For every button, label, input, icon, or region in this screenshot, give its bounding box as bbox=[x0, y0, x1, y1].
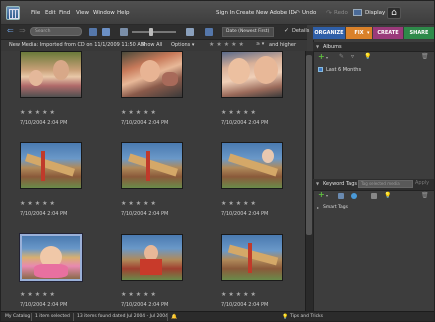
notification-icon[interactable]: 🔔 bbox=[171, 314, 177, 320]
rating-filter-label: and higher bbox=[269, 42, 297, 48]
home-icon: ⌂ bbox=[391, 8, 397, 18]
photo-date: 7/10/2004 2:04 PM bbox=[121, 302, 169, 308]
tab-create[interactable]: CREATE bbox=[373, 27, 403, 39]
rating-stars[interactable]: ★★★★★ bbox=[121, 109, 158, 116]
photo-date: 7/10/2004 2:04 PM bbox=[221, 302, 269, 308]
tag-view-icon[interactable] bbox=[371, 193, 377, 199]
single-photo-view-icon[interactable] bbox=[205, 28, 213, 36]
album-item-last-6-months[interactable]: Last 6 Months bbox=[326, 67, 361, 73]
media-caption-text: New Media: Imported from CD on 11/1/2009… bbox=[9, 42, 146, 48]
media-grid: ★★★★★ 7/10/2004 2:04 PM ★★★★★ 7/10/2004 … bbox=[1, 51, 303, 311]
right-panel bbox=[313, 40, 434, 311]
redo-icon[interactable]: ↷ bbox=[326, 9, 332, 17]
tag-lightbulb-icon[interactable]: 💡 bbox=[384, 192, 391, 199]
back-arrow-icon[interactable]: ⇐ bbox=[7, 26, 14, 35]
thumbnail-size-slider[interactable] bbox=[132, 31, 176, 33]
edit-pencil-icon[interactable]: ✎ bbox=[339, 53, 344, 60]
tag-trash-icon[interactable]: 🗑 bbox=[421, 192, 429, 199]
undo-button[interactable]: Undo bbox=[302, 10, 316, 16]
scrollbar-thumb[interactable] bbox=[306, 55, 312, 235]
menu-help[interactable]: Help bbox=[117, 10, 130, 16]
tab-share[interactable]: SHARE bbox=[404, 27, 434, 39]
fix-dropdown-icon[interactable]: ▾ bbox=[367, 30, 370, 36]
forward-arrow-icon[interactable]: ⇒ bbox=[19, 26, 26, 35]
rating-stars[interactable]: ★★★★★ bbox=[221, 291, 258, 298]
apply-tags-button[interactable]: Apply bbox=[415, 180, 429, 186]
tips-lightbulb-icon: 💡 bbox=[282, 314, 289, 320]
face-recognition-icon[interactable] bbox=[351, 193, 357, 199]
tab-organize[interactable]: ORGANIZE bbox=[313, 27, 345, 39]
add-album-icon[interactable]: + bbox=[318, 52, 325, 61]
menu-find[interactable]: Find bbox=[59, 10, 70, 16]
redo-button[interactable]: Redo bbox=[334, 10, 348, 16]
filter-icon[interactable]: ▿ bbox=[351, 53, 354, 60]
lightbulb-icon[interactable]: 💡 bbox=[364, 53, 371, 60]
album-icon bbox=[318, 67, 323, 72]
display-icon[interactable] bbox=[353, 9, 362, 16]
photo-thumbnail[interactable] bbox=[121, 142, 183, 189]
app-logo-icon bbox=[6, 6, 20, 20]
photo-thumbnail[interactable] bbox=[221, 234, 283, 281]
options-menu[interactable]: Options ▾ bbox=[171, 42, 194, 48]
items-found-text: 13 items found dated Jul 2004 - Jul 2004 bbox=[77, 314, 168, 319]
rating-stars[interactable]: ★★★★★ bbox=[20, 200, 57, 207]
rating-filter-stars[interactable]: ★★★★★ bbox=[209, 41, 246, 48]
stack-icon[interactable] bbox=[102, 28, 110, 36]
photo-date: 7/10/2004 2:04 PM bbox=[20, 211, 68, 217]
selection-count: 1 item selected bbox=[35, 314, 70, 319]
add-tag-icon[interactable]: + bbox=[318, 190, 325, 199]
large-thumbnail-icon[interactable] bbox=[186, 28, 194, 36]
albums-panel-header[interactable]: Albums bbox=[313, 42, 434, 52]
photo-date: 7/10/2004 2:04 PM bbox=[221, 211, 269, 217]
smart-tags-expand-icon[interactable]: ▸ bbox=[317, 205, 319, 210]
sort-order-select[interactable]: Date (Newest First) bbox=[222, 27, 274, 37]
photo-thumbnail[interactable] bbox=[20, 51, 82, 98]
photo-date: 7/10/2004 2:04 PM bbox=[20, 120, 68, 126]
tag-search-input[interactable]: Tag selected media bbox=[358, 180, 413, 188]
tag-category-icon[interactable] bbox=[338, 193, 344, 199]
show-all-button[interactable]: Show All bbox=[141, 42, 162, 48]
media-type-icon[interactable] bbox=[89, 28, 97, 36]
catalog-name[interactable]: My Catalog bbox=[5, 314, 30, 319]
photo-date: 7/10/2004 2:04 PM bbox=[121, 120, 169, 126]
menu-window[interactable]: Window bbox=[93, 10, 115, 16]
sign-in-link[interactable]: Sign In bbox=[216, 10, 235, 16]
photo-thumbnail[interactable] bbox=[221, 51, 283, 98]
menu-edit[interactable]: Edit bbox=[45, 10, 56, 16]
photo-date: 7/10/2004 2:04 PM bbox=[221, 120, 269, 126]
rating-stars[interactable]: ★★★★★ bbox=[221, 109, 258, 116]
photoshop-elements-organizer-window: File Edit Find View Window Help Sign In … bbox=[0, 0, 435, 322]
photo-thumbnail[interactable] bbox=[221, 142, 283, 189]
smart-tags-item[interactable]: Smart Tags bbox=[323, 205, 348, 210]
create-adobe-id-link[interactable]: Create New Adobe ID bbox=[236, 10, 295, 16]
add-tag-dropdown-icon[interactable]: ▾ bbox=[326, 193, 328, 198]
home-button[interactable]: ⌂ bbox=[387, 7, 401, 19]
rating-stars[interactable]: ★★★★★ bbox=[121, 200, 158, 207]
photo-date: 7/10/2004 2:04 PM bbox=[121, 211, 169, 217]
undo-icon[interactable]: ↶ bbox=[294, 9, 300, 17]
add-dropdown-icon[interactable]: ▾ bbox=[326, 55, 328, 60]
photo-thumbnail[interactable] bbox=[20, 142, 82, 189]
photo-thumbnail-selected[interactable] bbox=[19, 233, 83, 282]
details-checkbox-label[interactable]: Details bbox=[292, 28, 309, 34]
menu-file[interactable]: File bbox=[31, 10, 40, 16]
tips-and-tricks-link[interactable]: Tips and Tricks bbox=[290, 314, 323, 319]
rating-stars[interactable]: ★★★★★ bbox=[221, 200, 258, 207]
rating-operator-select[interactable]: ≥ ▾ bbox=[256, 41, 264, 47]
photo-thumbnail[interactable] bbox=[121, 51, 183, 98]
small-thumbnail-icon[interactable] bbox=[120, 28, 128, 36]
menu-view[interactable]: View bbox=[76, 10, 89, 16]
keyword-tags-title: Keyword Tags bbox=[323, 181, 358, 187]
rating-stars[interactable]: ★★★★★ bbox=[20, 109, 57, 116]
search-input[interactable]: Search bbox=[30, 27, 82, 36]
trash-icon[interactable]: 🗑 bbox=[421, 53, 429, 60]
slider-thumb[interactable] bbox=[149, 28, 153, 36]
photo-date: 7/10/2004 2:04 PM bbox=[20, 302, 68, 308]
photo-thumbnail[interactable] bbox=[121, 234, 183, 281]
checkmark-icon[interactable]: ✓ bbox=[284, 27, 289, 34]
rating-stars[interactable]: ★★★★★ bbox=[121, 291, 158, 298]
rating-stars[interactable]: ★★★★★ bbox=[20, 291, 57, 298]
